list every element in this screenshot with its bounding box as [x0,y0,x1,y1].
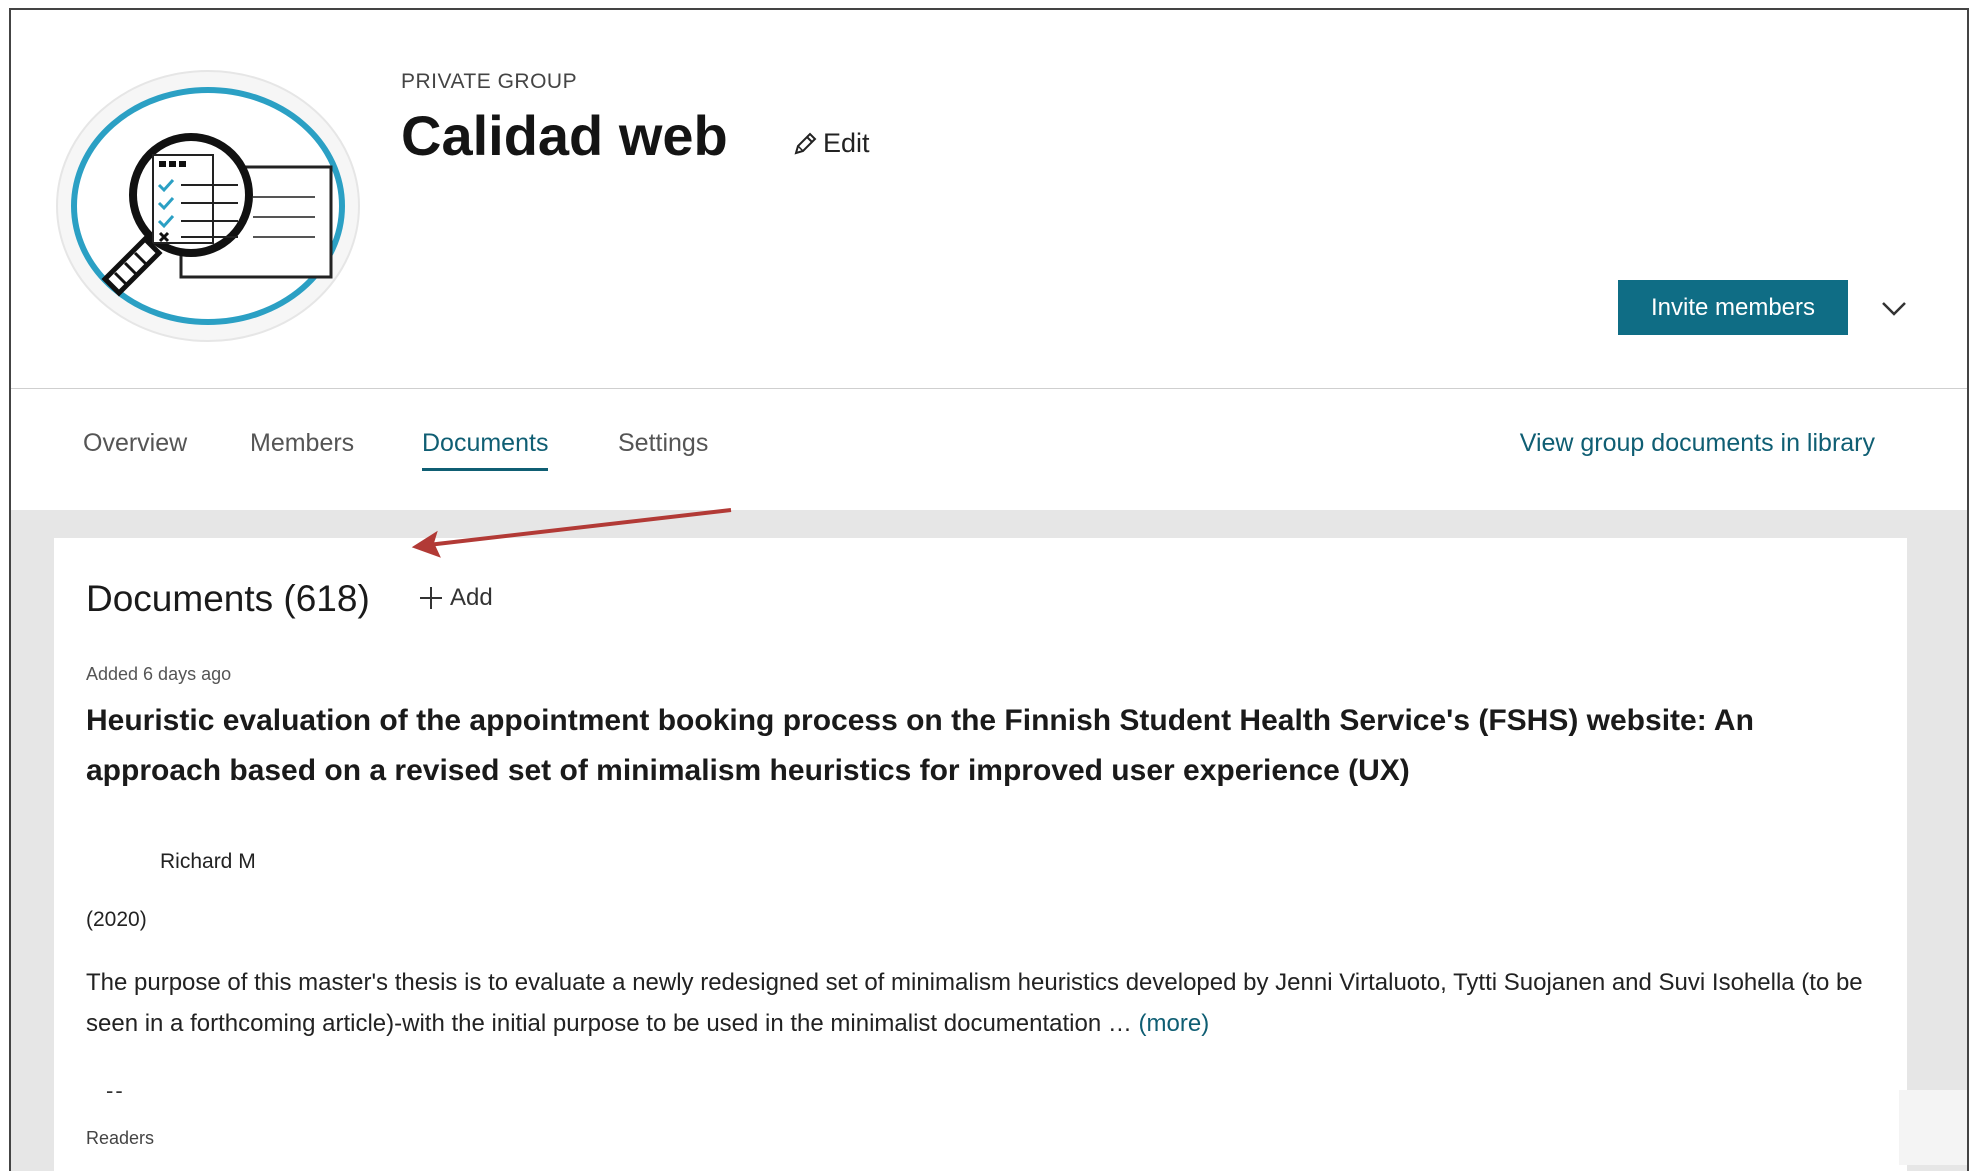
added-timestamp: Added 6 days ago [86,664,232,684]
edit-label: Edit [823,128,870,158]
view-library-link[interactable]: View group documents in library [1520,429,1875,458]
tab-settings[interactable]: Settings [618,429,708,468]
group-type-label: PRIVATE GROUP [401,70,578,93]
document-author[interactable]: Richard M [160,850,256,874]
plus-icon [420,587,442,609]
abstract-text: The purpose of this master's thesis is t… [86,969,1863,1037]
documents-heading: Documents (618) [86,578,370,619]
magnifier-checklist-icon [56,70,360,342]
add-label: Add [450,584,493,611]
more-link[interactable]: (more) [1139,1010,1210,1037]
tab-documents[interactable]: Documents [422,429,549,471]
floating-widget[interactable] [1899,1090,1967,1165]
floating-widget-accent [1968,1098,1969,1146]
readers-count: -- [106,1078,125,1103]
pencil-icon [794,132,817,154]
edit-button[interactable]: Edit [791,128,870,159]
chevron-down-icon[interactable] [1879,299,1909,319]
readers-label: Readers [86,1128,155,1148]
app-window: PRIVATE GROUP Calidad web Edit Invite me… [9,8,1969,1171]
document-title-link[interactable]: Heuristic evaluation of the appointment … [86,696,1886,796]
invite-members-button[interactable]: Invite members [1618,280,1848,335]
group-header: PRIVATE GROUP Calidad web Edit Invite me… [11,10,1967,389]
documents-card: Documents (618) Add Added 6 days ago Heu… [54,538,1907,1171]
group-tabs: Overview Members Documents Settings View… [11,389,1967,510]
document-abstract: The purpose of this master's thesis is t… [86,962,1876,1044]
annotation-arrow-icon [411,508,732,558]
add-document-button[interactable]: Add [418,584,493,612]
tab-members[interactable]: Members [250,429,354,468]
document-year: (2020) [86,908,147,931]
tab-overview[interactable]: Overview [83,429,187,468]
page-title: Calidad web [401,104,728,167]
